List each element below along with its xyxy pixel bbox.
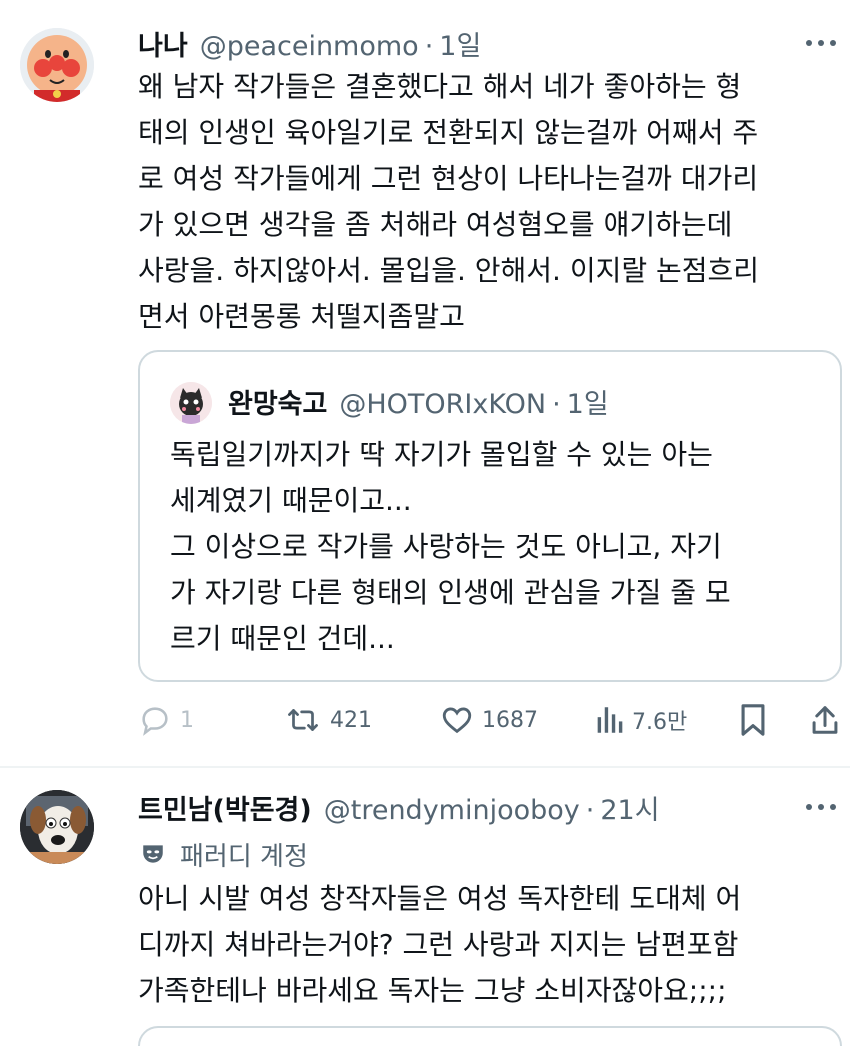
tweet-text: 아니 시발 여성 창작자들은 여성 독자한테 도대체 어 디까지 쳐바라는거야?…	[138, 882, 742, 1007]
bookmark-button[interactable]	[738, 698, 768, 742]
views-icon	[597, 707, 623, 733]
retweet-button[interactable]: 421	[284, 698, 372, 742]
timestamp[interactable]: 1일	[439, 24, 481, 63]
share-button[interactable]	[810, 698, 840, 742]
quote-avatar	[170, 382, 212, 424]
quote-header: 완망숙고 @HOTORIxKON · 1일	[228, 382, 609, 421]
quote-timestamp: 1일	[566, 389, 609, 420]
bookmark-icon	[741, 704, 765, 736]
like-count: 1687	[482, 707, 538, 733]
quote-display-name: 완망숙고	[228, 389, 328, 420]
views-count: 7.6만	[632, 710, 688, 735]
separator-dot: ·	[552, 389, 561, 420]
tweet[interactable]: 나나 @peaceinmomo · 1일 왜 남자 작가들은 결혼했다고 해서 …	[0, 0, 850, 766]
user-handle[interactable]: @peaceinmomo	[200, 31, 419, 62]
tweet-divider	[0, 766, 850, 768]
quoted-tweet[interactable]: 완망숙고 @HOTORIxKON · 1일 독립일기까지가 딱 자기가 몰입할 …	[138, 350, 842, 682]
avatar[interactable]	[20, 790, 94, 864]
quote-text: 독립일기까지가 딱 자기가 몰입할 수 있는 아는 세계였기 때문이고... 그…	[170, 438, 731, 655]
more-options-icon[interactable]	[806, 28, 836, 58]
tweet-header: 나나 @peaceinmomo · 1일	[138, 24, 481, 64]
share-icon	[812, 706, 838, 734]
heart-icon	[442, 707, 472, 734]
parody-mask-icon	[143, 845, 163, 863]
tweet-header: 트민남(박돈경) @trendyminjooboy · 21시	[138, 788, 660, 828]
separator-dot: ·	[424, 31, 434, 62]
display-name[interactable]: 나나	[138, 24, 188, 63]
views-button[interactable]: 7.6만	[594, 698, 687, 742]
more-options-icon[interactable]	[806, 792, 836, 822]
display-name[interactable]: 트민남(박돈경)	[138, 788, 312, 827]
timestamp[interactable]: 21시	[600, 788, 659, 827]
avatar[interactable]	[20, 28, 94, 102]
reply-button[interactable]: 1	[138, 698, 194, 742]
parody-account-label: 패러디 계정	[140, 834, 308, 874]
reply-count: 1	[180, 707, 194, 733]
quote-user-handle: @HOTORIxKON	[339, 389, 547, 420]
reply-icon	[142, 707, 168, 736]
user-handle[interactable]: @trendyminjooboy	[324, 795, 580, 826]
separator-dot: ·	[585, 795, 595, 826]
quoted-tweet[interactable]	[138, 1026, 842, 1046]
like-button[interactable]: 1687	[440, 698, 538, 742]
parody-label-text: 패러디 계정	[180, 841, 308, 872]
retweet-icon	[288, 709, 318, 731]
tweet-text: 왜 남자 작가들은 결혼했다고 해서 네가 좋아하는 형 태의 인생인 육아일기…	[138, 70, 760, 333]
retweet-count: 421	[330, 707, 372, 733]
tweet-actions: 1 421 1687 7.6만	[138, 698, 850, 742]
